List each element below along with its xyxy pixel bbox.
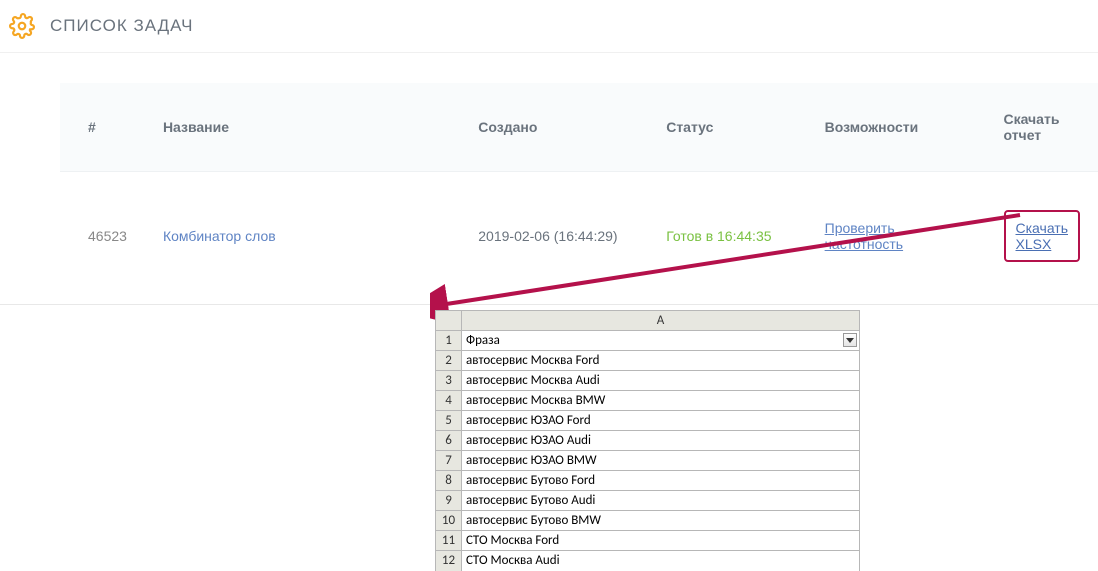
sheet-cell[interactable]: автосервис Бутово BMW	[462, 511, 860, 531]
col-header-download: Скачать отчет	[986, 83, 1098, 172]
sheet-row: 10 автосервис Бутово BMW	[436, 511, 860, 531]
gear-icon	[8, 12, 36, 40]
task-created: 2019-02-06 (16:44:29)	[460, 172, 648, 301]
sheet-cell[interactable]: автосервис Москва BMW	[462, 391, 860, 411]
col-header-num: #	[60, 83, 145, 172]
sheet-row-number[interactable]: 2	[436, 351, 462, 371]
sheet-row: 11 СТО Москва Ford	[436, 531, 860, 551]
sheet-row-number[interactable]: 9	[436, 491, 462, 511]
sheet-row-number[interactable]: 10	[436, 511, 462, 531]
sheet-row: 6 автосервис ЮЗАО Audi	[436, 431, 860, 451]
sheet-row: 5 автосервис ЮЗАО Ford	[436, 411, 860, 431]
col-header-options: Возможности	[807, 83, 986, 172]
sheet-cell[interactable]: Фраза	[462, 331, 860, 351]
sheet-row-number[interactable]: 7	[436, 451, 462, 471]
sheet-row: 3 автосервис Москва Audi	[436, 371, 860, 391]
sheet-cell[interactable]: автосервис ЮЗАО BMW	[462, 451, 860, 471]
task-name-link[interactable]: Комбинатор слов	[163, 228, 276, 244]
task-status: Готов в 16:44:35	[666, 228, 771, 244]
sheet-cell[interactable]: автосервис Москва Ford	[462, 351, 860, 371]
sheet-cell[interactable]: автосервис Бутово Ford	[462, 471, 860, 491]
sheet-row: 4 автосервис Москва BMW	[436, 391, 860, 411]
sheet-row-number[interactable]: 1	[436, 331, 462, 351]
sheet-row-number[interactable]: 4	[436, 391, 462, 411]
sheet-row-number[interactable]: 8	[436, 471, 462, 491]
download-highlight-box: Скачать XLSX	[1004, 210, 1081, 262]
sheet-row: 1 Фраза	[436, 331, 860, 351]
sheet-col-header[interactable]: A	[462, 311, 860, 331]
tasks-table: # Название Создано Статус Возможности Ск…	[60, 83, 1098, 300]
sheet-cell[interactable]: автосервис Москва Audi	[462, 371, 860, 391]
col-header-status: Статус	[648, 83, 806, 172]
sheet-cell[interactable]: автосервис Бутово Audi	[462, 491, 860, 511]
sheet-row: 8 автосервис Бутово Ford	[436, 471, 860, 491]
filter-dropdown-icon[interactable]	[843, 333, 857, 347]
sheet-cell[interactable]: автосервис ЮЗАО Audi	[462, 431, 860, 451]
page-title: СПИСОК ЗАДАЧ	[50, 16, 194, 36]
page-header: СПИСОК ЗАДАЧ	[0, 0, 1098, 53]
divider	[0, 304, 1098, 305]
col-header-name: Название	[145, 83, 460, 172]
sheet-row: 2 автосервис Москва Ford	[436, 351, 860, 371]
sheet-row: 9 автосервис Бутово Audi	[436, 491, 860, 511]
check-frequency-link[interactable]: Проверить частотность	[825, 220, 903, 252]
download-xlsx-link[interactable]: Скачать XLSX	[1016, 220, 1069, 252]
col-header-created: Создано	[460, 83, 648, 172]
sheet-row: 7 автосервис ЮЗАО BMW	[436, 451, 860, 471]
sheet-row-number[interactable]: 5	[436, 411, 462, 431]
sheet-row-number[interactable]: 3	[436, 371, 462, 391]
table-row: 46523 Комбинатор слов 2019-02-06 (16:44:…	[60, 172, 1098, 301]
sheet-corner	[436, 311, 462, 331]
sheet-row-number[interactable]: 6	[436, 431, 462, 451]
spreadsheet-preview: A 1 Фраза 2 автосервис Москва Ford 3 авт…	[435, 310, 860, 571]
sheet-cell[interactable]: автосервис ЮЗАО Ford	[462, 411, 860, 431]
sheet-cell[interactable]: СТО Москва Ford	[462, 531, 860, 551]
sheet-row-number[interactable]: 11	[436, 531, 462, 551]
task-id: 46523	[60, 172, 145, 301]
tasks-card: # Название Создано Статус Возможности Ск…	[60, 83, 1098, 300]
